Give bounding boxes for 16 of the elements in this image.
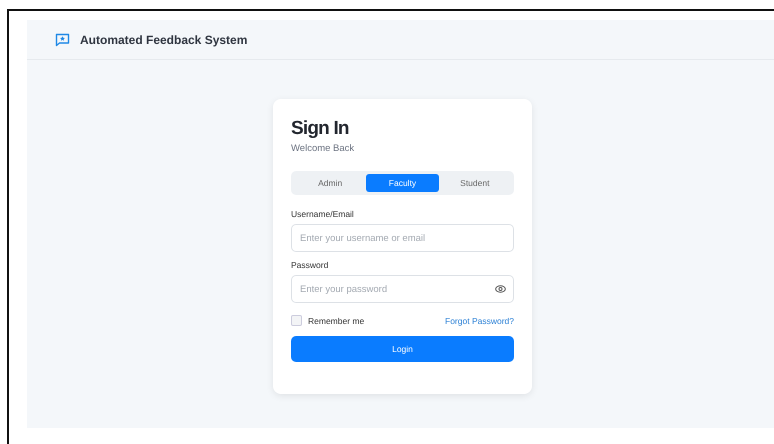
role-tab[interactable]: Faculty — [366, 174, 439, 192]
username-field[interactable]: Enter your username or email — [291, 224, 514, 252]
field-label: Password — [291, 260, 330, 270]
eye-icon[interactable] — [495, 285, 506, 293]
remember-label: Remember me — [308, 316, 364, 326]
password-field[interactable]: Enter your password — [291, 275, 514, 303]
card-title: Sign In — [291, 118, 350, 140]
forgot-password-link[interactable]: Forgot Password? — [445, 316, 514, 326]
role-tab[interactable]: Student — [438, 174, 511, 192]
login-button[interactable]: Login — [291, 336, 514, 362]
field-label: Username/Email — [291, 209, 355, 219]
app-title: Automated Feedback System — [80, 32, 248, 46]
remember-checkbox[interactable] — [291, 315, 302, 326]
chat-star-icon — [55, 32, 70, 46]
card-subtitle: Welcome Back — [291, 143, 356, 154]
role-tab[interactable]: Admin — [294, 174, 366, 192]
